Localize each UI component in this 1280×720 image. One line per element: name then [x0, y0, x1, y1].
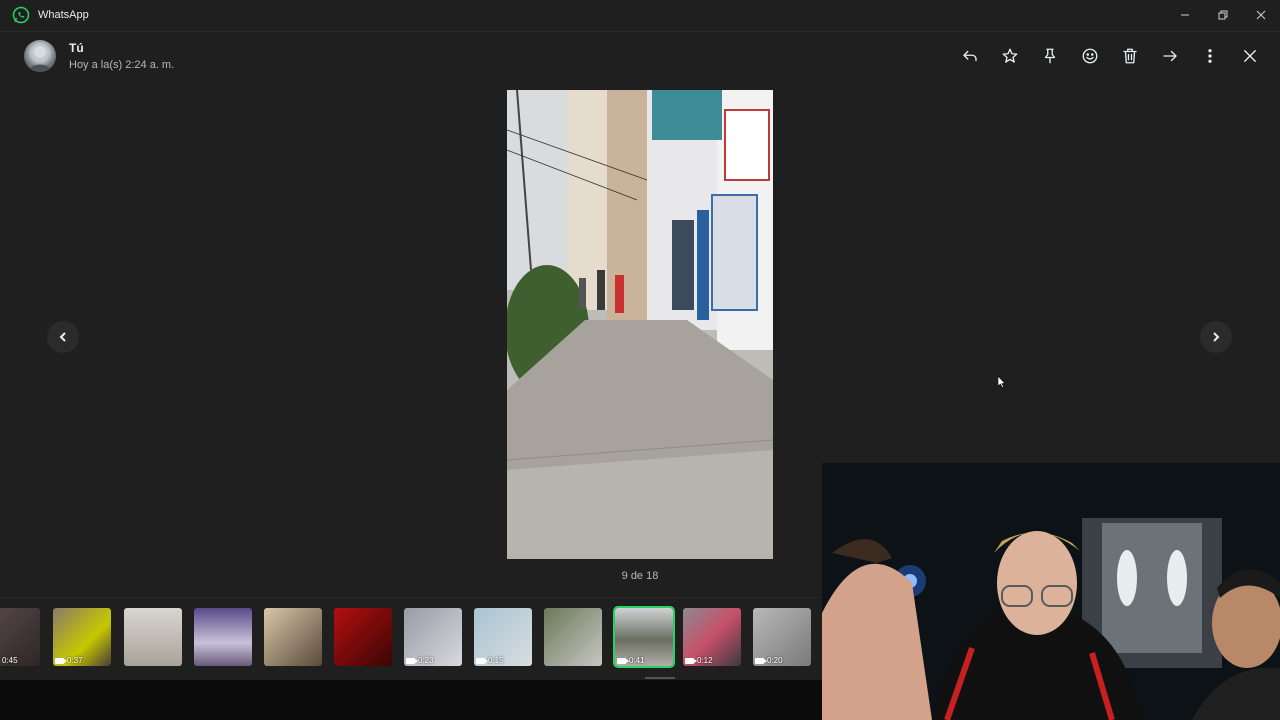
thumbnail[interactable]: 0:12 [683, 608, 741, 666]
video-duration: 0:23 [418, 656, 434, 665]
thumbnail[interactable]: 0:20 [753, 608, 811, 666]
minimize-icon [1181, 14, 1189, 16]
video-duration: 0:45 [2, 656, 18, 665]
video-duration: 0:15 [488, 656, 504, 665]
next-media-button[interactable] [1200, 321, 1232, 353]
media-counter: 9 de 18 [621, 570, 659, 582]
more-icon [1208, 49, 1212, 63]
webcam-image [822, 463, 1280, 720]
emoji-icon [1082, 48, 1098, 64]
thumbnail[interactable]: 0:23 [404, 608, 462, 666]
thumbnail[interactable] [334, 608, 392, 666]
thumbnail[interactable] [124, 608, 182, 666]
minimize-button[interactable] [1166, 0, 1204, 30]
media-photo[interactable] [507, 90, 773, 559]
video-duration: 0:41 [629, 656, 645, 665]
forward-icon [1163, 50, 1177, 62]
video-camera-icon [617, 657, 629, 664]
thumbnail[interactable] [194, 608, 252, 666]
media-viewer-header: Tú Hoy a la(s) 2:24 a. m. [0, 32, 1280, 82]
close-icon [1256, 10, 1266, 20]
message-timestamp: Hoy a la(s) 2:24 a. m. [69, 59, 175, 71]
delete-button[interactable] [1118, 44, 1142, 68]
close-viewer-button[interactable] [1238, 44, 1262, 68]
app-title: WhatsApp [38, 9, 89, 21]
restore-icon [1218, 10, 1228, 20]
previous-media-button[interactable] [47, 321, 79, 353]
reply-icon [963, 50, 977, 62]
avatar[interactable] [24, 40, 56, 72]
title-bar: WhatsApp [0, 0, 1280, 30]
avatar-image [29, 46, 51, 72]
thumbnail[interactable] [264, 608, 322, 666]
mouse-cursor-icon [998, 376, 1006, 388]
video-camera-icon [476, 657, 488, 664]
webcam-overlay [822, 463, 1280, 720]
close-window-button[interactable] [1242, 0, 1280, 30]
video-duration: 0:37 [67, 656, 83, 665]
chevron-left-icon [59, 332, 66, 342]
whatsapp-logo-icon [12, 6, 30, 24]
close-viewer-icon [1244, 50, 1256, 62]
thumbnail[interactable]: 0:15 [474, 608, 532, 666]
pin-button[interactable] [1038, 44, 1062, 68]
pin-icon [1044, 48, 1056, 64]
video-camera-icon [55, 657, 67, 664]
sender-name: Tú [69, 41, 84, 55]
video-camera-icon [755, 657, 767, 664]
strip-divider [0, 597, 820, 598]
video-duration: 0:20 [767, 656, 783, 665]
forward-button[interactable] [1158, 44, 1182, 68]
more-options-button[interactable] [1198, 44, 1222, 68]
strip-scrollbar[interactable] [645, 677, 675, 679]
react-button[interactable] [1078, 44, 1102, 68]
video-camera-icon [685, 657, 697, 664]
thumbnail-strip: 0:45 0:37 0:23 0:15 0:41 0:12 0:20 [0, 600, 820, 676]
restore-button[interactable] [1204, 0, 1242, 30]
street-photo [507, 90, 773, 559]
thumbnail[interactable]: 0:37 [53, 608, 111, 666]
reply-button[interactable] [958, 44, 982, 68]
thumbnail-selected[interactable]: 0:41 [613, 606, 675, 668]
thumbnail[interactable] [544, 608, 602, 666]
chevron-right-icon [1213, 332, 1220, 342]
star-button[interactable] [998, 44, 1022, 68]
video-duration: 0:12 [697, 656, 713, 665]
delete-icon [1123, 48, 1137, 64]
video-camera-icon [406, 657, 418, 664]
viewer-toolbar [958, 44, 1262, 68]
star-icon [1002, 48, 1018, 63]
thumbnail[interactable]: 0:45 [0, 608, 40, 666]
